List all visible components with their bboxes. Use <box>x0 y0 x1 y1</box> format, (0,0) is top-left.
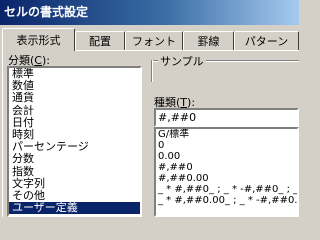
format-code-item[interactable]: #,##0.00 <box>156 173 297 184</box>
window-title: セルの書式設定 <box>0 0 299 25</box>
category-item[interactable]: 指数 <box>9 165 140 178</box>
tab-label: 配置 <box>89 35 111 48</box>
tab-patterns[interactable]: パターン <box>234 31 299 51</box>
format-code-item[interactable]: 0.00 <box>156 151 297 162</box>
tab-number-format[interactable]: 表示形式 <box>2 28 75 51</box>
category-item[interactable]: 通貨 <box>9 92 140 104</box>
category-item[interactable]: 分数 <box>9 153 140 165</box>
tab-border[interactable]: 罫線 <box>183 31 234 51</box>
sample-label: サンプル <box>158 53 206 69</box>
tab-label: パターン <box>244 35 289 48</box>
tab-label: 表示形式 <box>16 34 61 47</box>
format-code-item[interactable]: _ * #,##0_ ; _ * -#,##0_ ; _ * "-"_ ; _ … <box>156 184 297 195</box>
format-code-item[interactable]: 0 <box>156 140 297 151</box>
tab-label: 罫線 <box>197 35 220 48</box>
format-code-item[interactable]: #,##0 <box>156 162 297 173</box>
format-code-item[interactable]: G/標準 <box>156 129 297 140</box>
tab-label: フォント <box>132 35 176 48</box>
category-list[interactable]: 標準 数値 通貨 会計 日付 時刻 パーセンテージ 分数 指数 文字列 その他 ユーザー定義 <box>7 66 142 217</box>
format-code-item[interactable]: _ * #,##0.00_ ; _ * -#,##0.00_ ; _ * "-"… <box>156 195 297 206</box>
tab-alignment[interactable]: 配置 <box>75 31 125 51</box>
tab-font[interactable]: フォント <box>125 31 183 51</box>
format-code-list[interactable]: G/標準 0 0.00 #,##0 #,##0.00 _ * #,##0_ ; _ * -… <box>154 127 299 217</box>
category-item[interactable]: ユーザー定義 <box>9 201 140 215</box>
type-input[interactable]: #,##0 <box>154 108 299 127</box>
sample-group-border-left <box>151 60 153 82</box>
category-item[interactable]: 会計 <box>9 104 140 117</box>
